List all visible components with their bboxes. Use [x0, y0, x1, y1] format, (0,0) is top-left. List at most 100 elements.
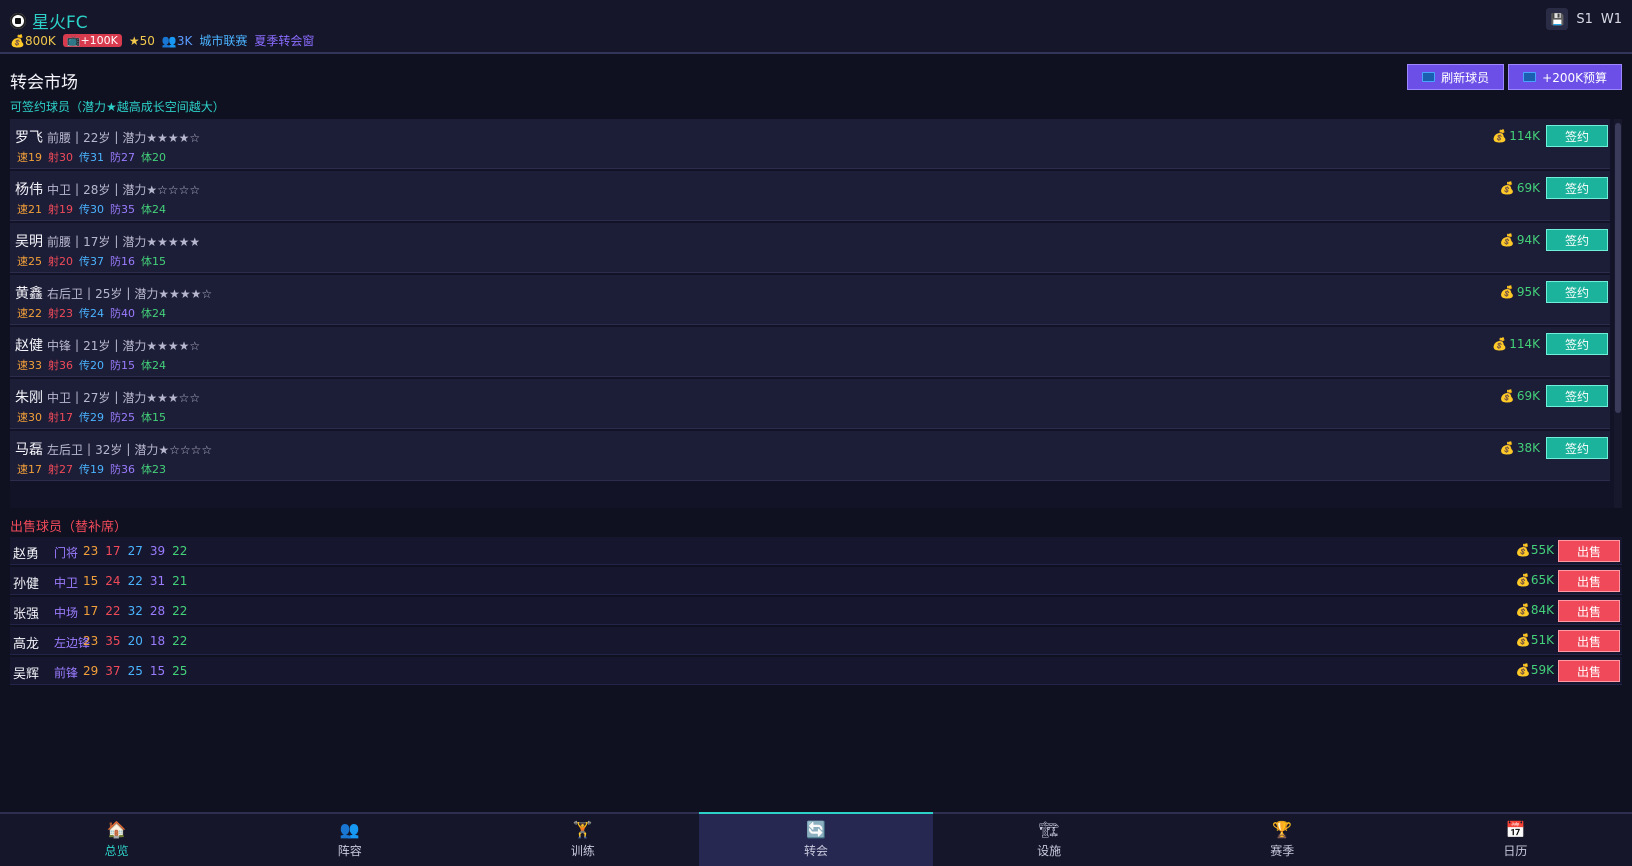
nav-item-calendar[interactable]: 📅 日历: [1399, 814, 1632, 866]
stars-display: ★50: [128, 33, 155, 48]
player-potential: 潜力★★★★★: [122, 234, 201, 249]
nav-label: 设施: [1037, 844, 1062, 858]
nav-item-trophy[interactable]: 🏆 赛季: [1166, 814, 1399, 866]
money-bag-icon: 💰: [1499, 181, 1515, 195]
calendar-icon: 📅: [1505, 820, 1526, 839]
scroll-thumb[interactable]: [1615, 123, 1621, 413]
season-label: S1: [1576, 11, 1593, 27]
nav-item-transfer[interactable]: 🔄 转会: [699, 812, 933, 866]
player-price: 💰65K: [1516, 573, 1554, 587]
player-age: 28岁: [83, 182, 111, 197]
sell-button[interactable]: 出售: [1558, 630, 1620, 652]
market-player-list[interactable]: 马磊 左后卫 | 32岁 | 潜力★☆☆☆☆ 速17 射27 传19 防36 体…: [10, 119, 1622, 508]
player-name: 张强: [13, 607, 40, 622]
stat-stamina: 22: [172, 634, 188, 648]
stat-shooting: 24: [105, 574, 121, 588]
separator: |: [75, 182, 80, 196]
money-bag-icon: 💰: [1499, 389, 1515, 403]
stat-shooting: 35: [105, 634, 121, 648]
player-stats: 15 24 22 31 21: [83, 574, 187, 588]
sell-button[interactable]: 出售: [1558, 570, 1620, 592]
sign-button[interactable]: 签约: [1546, 177, 1608, 199]
stat-defense: 防35: [110, 203, 135, 216]
nav-item-facility[interactable]: 🏗 设施: [933, 814, 1166, 866]
users-icon: 👥: [339, 820, 360, 839]
player-price: 💰 94K: [1500, 233, 1540, 247]
stat-speed: 速19: [17, 151, 42, 164]
stat-speed: 17: [83, 604, 99, 618]
home-icon: 🏠: [106, 820, 127, 839]
money-value: 800K: [24, 33, 56, 48]
stat-defense: 防15: [110, 359, 135, 372]
facility-icon: 🏗: [1038, 820, 1060, 839]
market-actions: 刷新球员 +200K预算: [1407, 64, 1622, 90]
money-bag-icon: 💰: [1499, 233, 1515, 247]
sign-button[interactable]: 签约: [1546, 281, 1608, 303]
separator: |: [114, 234, 119, 248]
sign-button[interactable]: 签约: [1546, 125, 1608, 147]
stat-speed: 速25: [17, 255, 42, 268]
player-stats: 速30 射17 传29 防25 体15: [17, 409, 166, 425]
nav-label: 转会: [803, 844, 828, 858]
save-button[interactable]: 💾: [1546, 8, 1569, 30]
player-price: 💰 69K: [1500, 389, 1540, 403]
player-stats: 17 22 32 28 22: [83, 604, 187, 618]
player-stats: 23 17 27 39 22: [83, 544, 187, 558]
nav-item-home[interactable]: 🏠 总览: [0, 814, 233, 866]
sell-button[interactable]: 出售: [1558, 660, 1620, 682]
market-scrollbar[interactable]: [1614, 119, 1622, 508]
stat-speed: 速21: [17, 203, 42, 216]
money-bag-icon: 💰: [1492, 129, 1508, 143]
stat-speed: 速22: [17, 307, 42, 320]
player-position: 中卫: [54, 576, 79, 590]
stat-defense: 31: [149, 574, 166, 588]
stat-stamina: 体15: [141, 411, 166, 424]
money-display: 💰800K: [10, 33, 56, 48]
player-price: 💰59K: [1516, 663, 1554, 677]
stat-stamina: 22: [172, 544, 188, 558]
player-price-value: 69K: [1516, 389, 1540, 403]
stat-defense: 防27: [110, 151, 135, 164]
bottom-nav: 🏠 总览 👥 阵容 🏋 训练 🔄 转会 🏗 设施 🏆 赛季 📅 日历: [0, 812, 1632, 866]
add-budget-label: +200K预算: [1542, 70, 1607, 85]
stat-stamina: 25: [172, 664, 188, 678]
sign-button[interactable]: 签约: [1546, 385, 1608, 407]
player-price-value: 84K: [1530, 603, 1554, 617]
stat-shooting: 射20: [48, 255, 73, 268]
stat-speed: 速30: [17, 411, 42, 424]
player-age: 27岁: [83, 390, 111, 405]
player-age: 32岁: [95, 442, 123, 457]
stat-stamina: 体24: [141, 307, 166, 320]
sign-button[interactable]: 签约: [1546, 437, 1608, 459]
stat-defense: 18: [149, 634, 166, 648]
league-label: 城市联赛: [199, 34, 248, 48]
sign-button[interactable]: 签约: [1546, 333, 1608, 355]
sign-button[interactable]: 签约: [1546, 229, 1608, 251]
player-price: 💰 38K: [1500, 441, 1540, 455]
player-name: 赵健: [15, 338, 43, 354]
nav-item-training[interactable]: 🏋 训练: [466, 814, 699, 866]
player-stats: 29 37 25 15 25: [83, 664, 187, 678]
ad-reward-badge[interactable]: 📺+100K: [62, 34, 122, 47]
sell-button[interactable]: 出售: [1558, 600, 1620, 622]
sell-button[interactable]: 出售: [1558, 540, 1620, 562]
player-price: 💰 95K: [1500, 285, 1540, 299]
player-stats: 速25 射20 传37 防16 体15: [17, 253, 166, 269]
separator: |: [114, 390, 119, 404]
stat-defense: 15: [149, 664, 166, 678]
player-position: 前腰: [47, 130, 72, 145]
stat-passing: 传29: [79, 411, 104, 424]
stat-stamina: 21: [172, 574, 188, 588]
player-stats: 速19 射30 传31 防27 体20: [17, 149, 166, 165]
week-label: W1: [1600, 11, 1622, 27]
refresh-players-button[interactable]: 刷新球员: [1407, 64, 1505, 90]
stat-shooting: 22: [105, 604, 121, 618]
stat-speed: 速33: [17, 359, 42, 372]
stat-shooting: 射30: [48, 151, 73, 164]
fans-display: 👥3K: [161, 33, 193, 48]
stat-defense: 28: [149, 604, 166, 618]
add-budget-button[interactable]: +200K预算: [1508, 64, 1622, 90]
stat-defense: 防25: [110, 411, 135, 424]
player-price-value: 69K: [1516, 181, 1540, 195]
nav-item-users[interactable]: 👥 阵容: [233, 814, 466, 866]
